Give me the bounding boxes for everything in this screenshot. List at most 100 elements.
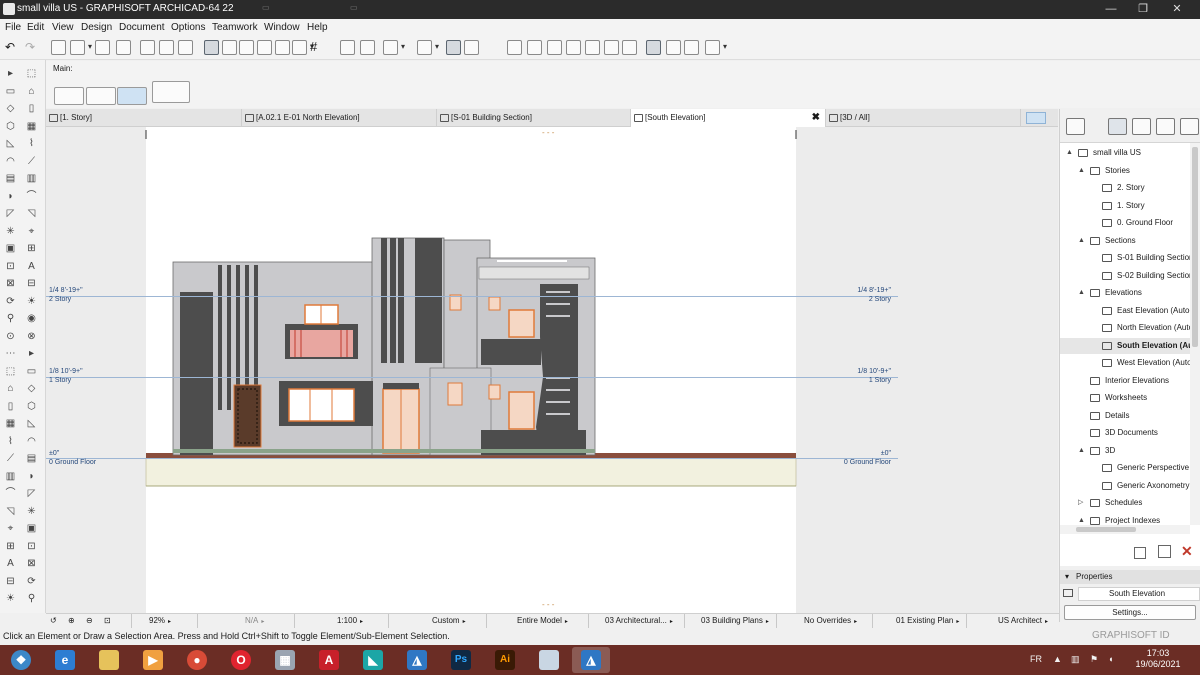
navigator-horizontal-scrollbar[interactable]	[1060, 525, 1190, 534]
navigator-scrollbar[interactable]	[1190, 143, 1200, 525]
view-map-icon[interactable]	[1132, 118, 1151, 135]
network-icon[interactable]: ▥	[1071, 654, 1080, 665]
split-icon[interactable]	[507, 40, 522, 55]
more-tools-icon[interactable]: ⋯	[4, 348, 17, 360]
menu-document[interactable]: Document	[119, 22, 165, 33]
redo-icon[interactable]: ↷	[25, 40, 40, 55]
tree-item[interactable]: ▲ Stories	[1060, 163, 1190, 179]
taskbar-photoshop[interactable]: Ps	[442, 647, 480, 673]
taskbar-archicad-active[interactable]: ◮	[572, 647, 610, 673]
fillet-icon[interactable]	[566, 40, 581, 55]
menu-view[interactable]: View	[52, 22, 74, 33]
tree-item[interactable]: ▷ Schedules	[1060, 495, 1190, 511]
tree-item[interactable]: Generic Perspective	[1060, 460, 1190, 476]
text-tool-icon[interactable]: A	[4, 558, 17, 570]
taskbar-calculator[interactable]: ▦	[266, 647, 304, 673]
properties-header[interactable]: Properties	[1060, 570, 1200, 584]
tab-1-story[interactable]: [1. Story]	[46, 109, 242, 127]
model-filter-field[interactable]: Entire Model ▸	[486, 614, 588, 628]
expand-toggle-icon[interactable]: ▲	[1078, 233, 1085, 249]
menu-window[interactable]: Window	[264, 22, 300, 33]
taskbar-illustrator[interactable]: Ai	[486, 647, 524, 673]
slab-tool-icon[interactable]: ◇	[25, 383, 38, 395]
mesh-tool-icon[interactable]: ▣	[25, 523, 38, 535]
railing-tool-icon[interactable]: ⌇	[25, 138, 38, 150]
expand-toggle-icon[interactable]: ▲	[1078, 443, 1085, 459]
beam-tool-icon[interactable]: ⬡	[4, 121, 17, 133]
curtain-wall-icon[interactable]: ◠	[4, 156, 17, 168]
tree-item[interactable]: ▲ Elevations	[1060, 285, 1190, 301]
roof-trim-icon[interactable]	[622, 40, 637, 55]
taskbar-archicad[interactable]: ◮	[398, 647, 436, 673]
3d-view-icon[interactable]	[705, 40, 727, 55]
selection-method-button[interactable]	[54, 87, 84, 105]
scroll-thumb[interactable]	[1192, 147, 1198, 347]
text-tool-icon[interactable]: A	[25, 261, 38, 273]
drawing-viewport[interactable]: - - - - - - 1/4 8'-19+" 2 Story 1/8 10'-…	[46, 127, 1058, 613]
tree-item[interactable]: East Elevation (Auto-r	[1060, 303, 1190, 319]
pen-set-field[interactable]: 03 Architectural... ▸	[588, 614, 684, 628]
arrow-tool-icon[interactable]: ▸	[4, 68, 17, 80]
taskbar-autocad[interactable]: A	[310, 647, 348, 673]
sun-tool-icon[interactable]: ☀	[4, 593, 17, 605]
line-tool-icon[interactable]: ⟋	[4, 453, 17, 465]
stair-tool-icon[interactable]: ◺	[4, 138, 17, 150]
sun-tool-icon[interactable]: ☀	[25, 296, 38, 308]
polyline-tool-icon[interactable]: ◸	[25, 488, 38, 500]
inject-parameters-icon[interactable]	[178, 40, 193, 55]
tab-3d-all[interactable]: [3D / All]	[826, 109, 1021, 127]
layout-book-icon[interactable]	[1156, 118, 1175, 135]
grid-icon[interactable]: #	[310, 40, 325, 55]
maximize-button[interactable]: ❐	[1130, 1, 1156, 17]
hotspot-tool-icon[interactable]: ◹	[25, 208, 38, 220]
tree-item[interactable]: 0. Ground Floor	[1060, 215, 1190, 231]
tree-item[interactable]: ▲ Project Indexes	[1060, 513, 1190, 526]
window-tool-icon[interactable]: ▦	[25, 121, 38, 133]
open-view-icon[interactable]	[1134, 547, 1146, 559]
wall-tool-icon[interactable]: ▭	[25, 366, 38, 378]
graphisoft-id-link[interactable]: GRAPHISOFT ID	[1092, 630, 1170, 641]
section-tool-icon[interactable]: ⟳	[25, 576, 38, 588]
tree-item[interactable]: South Elevation (Au	[1060, 337, 1190, 354]
arc-tool-icon[interactable]: ◗	[4, 191, 17, 203]
taskbar-media[interactable]: ▶	[134, 647, 172, 673]
fill-tool-icon[interactable]: ▤	[25, 453, 38, 465]
menu-help[interactable]: Help	[307, 22, 328, 33]
column-tool-icon[interactable]: ▯	[25, 103, 38, 115]
camera-tool-icon[interactable]: ⊙	[4, 331, 17, 343]
tab-building-section[interactable]: [S-01 Building Section]	[437, 109, 631, 127]
tree-item[interactable]: ▲ Sections	[1060, 233, 1190, 249]
tree-item[interactable]: S-02 Building Section	[1060, 268, 1190, 284]
lock-icon[interactable]	[417, 40, 439, 55]
curtain-wall-icon[interactable]: ◠	[25, 436, 38, 448]
window-tool-icon[interactable]: ▦	[4, 418, 17, 430]
spline-tool-icon[interactable]: ⌒	[4, 488, 17, 500]
close-tab-icon[interactable]: ✖	[812, 109, 820, 127]
tree-item[interactable]: Generic Axonometry	[1060, 478, 1190, 494]
tree-item[interactable]: S-01 Building Section	[1060, 250, 1190, 266]
column-tool-icon[interactable]: ▯	[4, 401, 17, 413]
undo-icon[interactable]: ↶	[5, 40, 20, 55]
menu-design[interactable]: Design	[81, 22, 112, 33]
zoom-out-icon[interactable]: ⊖	[86, 614, 93, 628]
object-tool-icon[interactable]: ✳	[25, 506, 38, 518]
object-tool-icon[interactable]: ✳	[4, 226, 17, 238]
publisher-sets-icon[interactable]	[1180, 118, 1199, 135]
slab-tool-icon[interactable]: ◇	[4, 103, 17, 115]
dimension-tool-icon[interactable]: ⊟	[25, 278, 38, 290]
model-view-options-field[interactable]: 03 Building Plans ▸	[684, 614, 776, 628]
marquee-tool-icon[interactable]	[446, 40, 461, 55]
dimension-tool-icon[interactable]: ⊟	[4, 576, 17, 588]
layers-icon[interactable]	[340, 40, 355, 55]
zoom-undo-icon[interactable]: ↺	[50, 614, 57, 628]
adjust-icon[interactable]	[527, 40, 542, 55]
find-select-icon[interactable]	[140, 40, 155, 55]
worksheet-tool-icon[interactable]: ◉	[25, 313, 38, 325]
pencil-icon[interactable]	[666, 40, 681, 55]
guide-lines-icon[interactable]	[204, 40, 219, 55]
save-icon[interactable]	[95, 40, 110, 55]
stair-tool-icon[interactable]: ◺	[25, 418, 38, 430]
marquee-tool-icon[interactable]: ⬚	[4, 366, 17, 378]
spline-tool-icon[interactable]: ⌒	[25, 191, 38, 203]
menu-options[interactable]: Options	[171, 22, 205, 33]
